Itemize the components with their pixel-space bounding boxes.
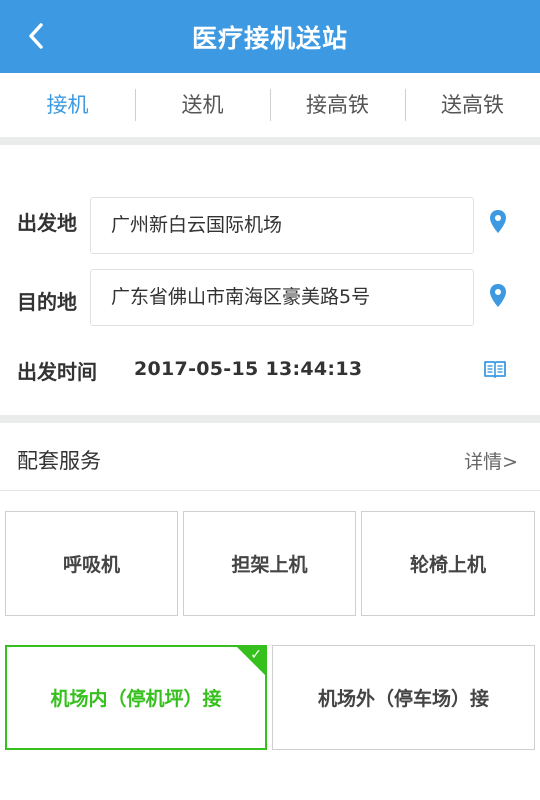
destination-label: 目的地 (17, 290, 77, 314)
service-label: 轮椅上机 (409, 554, 486, 576)
time-label: 出发时间 (17, 360, 97, 384)
page-title: 医疗接机送站 (191, 23, 348, 53)
book-icon[interactable] (483, 359, 507, 379)
tab-bar: 接机 送机 接高铁 送高铁 (0, 73, 540, 137)
app-header: 医疗接机送站 (0, 0, 540, 73)
tab-dropoff-train[interactable]: 送高铁 (405, 87, 540, 123)
service-stretcher[interactable]: 担架上机 (183, 511, 356, 616)
section-divider (0, 137, 540, 145)
pickup-option-label: 机场外（停车场）接 (317, 688, 489, 710)
map-pin-icon[interactable] (488, 283, 508, 309)
services-detail-link[interactable]: 详情> (464, 447, 518, 474)
service-wheelchair[interactable]: 轮椅上机 (361, 511, 535, 616)
departure-label: 出发地 (17, 211, 77, 235)
tab-pickup-train[interactable]: 接高铁 (270, 87, 405, 123)
chevron-left-icon (29, 23, 43, 49)
section-divider (0, 415, 540, 423)
back-button[interactable] (18, 18, 54, 54)
service-label: 担架上机 (231, 554, 308, 576)
map-pin-icon[interactable] (488, 209, 508, 235)
trip-form: 出发地 广州新白云国际机场 目的地 广东省佛山市南海区豪美路5号 出发时间 20… (0, 145, 540, 415)
departure-field[interactable]: 广州新白云国际机场 (90, 197, 474, 254)
destination-field[interactable]: 广东省佛山市南海区豪美路5号 (90, 269, 474, 326)
tab-pickup-airport[interactable]: 接机 (0, 87, 135, 123)
pickup-option-label: 机场内（停机坪）接 (50, 688, 222, 710)
departure-time-value[interactable]: 2017-05-15 13:44:13 (134, 358, 362, 380)
service-label: 呼吸机 (62, 554, 120, 576)
pickup-inside-airport-option[interactable]: ✓ 机场内（停机坪）接 (5, 645, 267, 750)
services-title: 配套服务 (17, 449, 101, 473)
services-header: 配套服务 详情> (0, 423, 540, 491)
pickup-outside-airport-option[interactable]: 机场外（停车场）接 (272, 645, 535, 750)
tab-dropoff-airport[interactable]: 送机 (135, 87, 270, 123)
checkmark-icon: ✓ (250, 647, 262, 663)
service-ventilator[interactable]: 呼吸机 (5, 511, 178, 616)
